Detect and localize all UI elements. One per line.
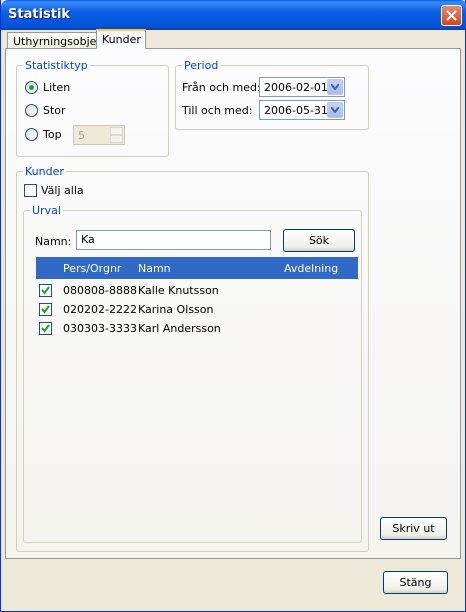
select-all-checkbox[interactable]	[24, 184, 37, 197]
table-row[interactable]: 080808-8888 Kalle Knutsson	[36, 281, 358, 300]
radio-liten-label[interactable]: Liten	[43, 81, 70, 94]
checkmark-icon	[41, 324, 50, 333]
search-button[interactable]: Sök	[283, 229, 355, 252]
close-dialog-button[interactable]: Stäng	[383, 571, 448, 594]
window-title: Statistik	[8, 7, 71, 22]
tab-label: Uthyrningsobjekt	[13, 35, 108, 48]
table-row[interactable]: 030303-3333 Karl Andersson	[36, 319, 358, 338]
name-label: Namn:	[35, 235, 72, 248]
column-header-namn[interactable]: Namn	[138, 262, 171, 275]
title-bar[interactable]: Statistik	[1, 0, 466, 30]
tab-kunder[interactable]: Kunder	[96, 29, 146, 49]
radio-top[interactable]	[25, 128, 38, 141]
to-date-label: Till och med:	[182, 104, 253, 117]
kunder-legend: Kunder	[25, 165, 64, 178]
row-checkbox[interactable]	[39, 303, 52, 316]
from-date-label: Från och med:	[182, 81, 261, 94]
row-name: Kalle Knutsson	[138, 284, 219, 297]
to-date-value: 2006-05-31	[264, 104, 328, 117]
row-persorgnr: 080808-8888	[63, 284, 137, 297]
column-header-persorgnr[interactable]: Pers/Orgnr	[63, 262, 121, 275]
from-date-value: 2006-02-01	[264, 81, 328, 94]
radio-top-label[interactable]: Top	[43, 128, 62, 141]
chevron-down-icon[interactable]	[327, 102, 343, 118]
top-count-stepper[interactable]: 5	[73, 125, 125, 145]
stepper-down-icon[interactable]	[110, 135, 123, 143]
checkmark-icon	[41, 305, 50, 314]
name-search-value: Ka	[81, 233, 95, 246]
row-checkbox[interactable]	[39, 284, 52, 297]
row-persorgnr: 030303-3333	[63, 322, 137, 335]
table-row[interactable]: 020202-2222 Karina Olsson	[36, 300, 358, 319]
print-button-label: Skriv ut	[392, 522, 435, 535]
dialog-window: Statistik Uthyrningsobjekt Kunder Statis…	[0, 0, 466, 612]
radio-liten[interactable]	[25, 81, 38, 94]
to-date-picker[interactable]: 2006-05-31	[259, 100, 345, 120]
radio-stor-label[interactable]: Stor	[43, 104, 66, 117]
row-name: Karl Andersson	[138, 322, 221, 335]
radio-stor[interactable]	[25, 104, 38, 117]
urval-legend: Urval	[32, 204, 61, 217]
from-date-picker[interactable]: 2006-02-01	[259, 77, 345, 97]
close-icon	[446, 10, 457, 21]
close-button[interactable]	[441, 5, 462, 26]
row-checkbox[interactable]	[39, 322, 52, 335]
name-search-input[interactable]: Ka	[76, 230, 271, 250]
row-persorgnr: 020202-2222	[63, 303, 137, 316]
period-legend: Period	[184, 59, 219, 72]
search-button-label: Sök	[308, 234, 330, 247]
statistiktyp-legend: Statistiktyp	[25, 59, 88, 72]
stepper-up-icon[interactable]	[110, 127, 123, 135]
tab-label: Kunder	[102, 33, 141, 46]
tab-panel-kunder: Statistiktyp Liten Stor Top 5 Period Frå…	[5, 48, 461, 559]
row-name: Karina Olsson	[138, 303, 214, 316]
close-dialog-button-label: Stäng	[399, 576, 432, 589]
top-count-value: 5	[78, 129, 85, 142]
select-all-label[interactable]: Välj alla	[41, 184, 84, 197]
customer-list[interactable]: Pers/Orgnr Namn Avdelning 080808-8888 Ka…	[36, 257, 358, 387]
list-header: Pers/Orgnr Namn Avdelning	[36, 257, 358, 279]
chevron-down-icon[interactable]	[327, 79, 343, 95]
column-header-avdelning[interactable]: Avdelning	[284, 262, 338, 275]
checkmark-icon	[41, 286, 50, 295]
print-button[interactable]: Skriv ut	[380, 517, 447, 540]
